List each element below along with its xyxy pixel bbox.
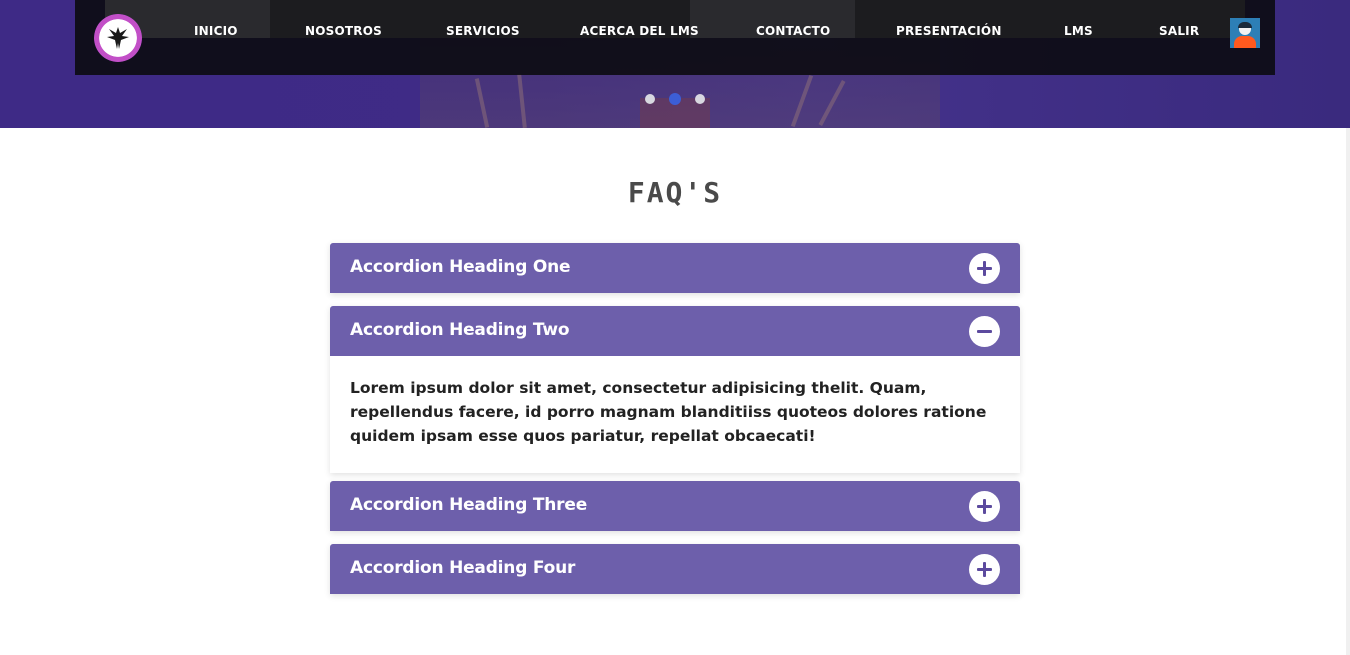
accordion-header-three[interactable]: Accordion Heading Three bbox=[330, 481, 1020, 531]
faq-title: FAQ'S bbox=[627, 176, 723, 209]
accordion-body-two: Lorem ipsum dolor sit amet, consectetur … bbox=[350, 379, 987, 445]
accordion-item-four: Accordion Heading Four bbox=[330, 544, 1020, 594]
nav-item-salir[interactable]: SALIR bbox=[1159, 24, 1199, 38]
avatar-body bbox=[1234, 36, 1256, 48]
plus-icon[interactable] bbox=[969, 491, 1000, 522]
accordion-item-one: Accordion Heading One bbox=[330, 243, 1020, 293]
plus-icon[interactable] bbox=[969, 253, 1000, 284]
accordion-header-one[interactable]: Accordion Heading One bbox=[330, 243, 1020, 293]
user-avatar[interactable] bbox=[1230, 18, 1260, 48]
minus-icon[interactable] bbox=[969, 316, 1000, 347]
nav-item-servicios[interactable]: SERVICIOS bbox=[446, 24, 520, 38]
nav-item-nosotros[interactable]: NOSOTROS bbox=[305, 24, 382, 38]
carousel-indicators bbox=[0, 93, 1350, 106]
accordion-heading: Accordion Heading Two bbox=[350, 320, 570, 340]
accordion-item-two: Accordion Heading Two Lorem ipsum dolor … bbox=[330, 306, 1020, 473]
nav-menu: INICIO NOSOTROS SERVICIOS ACERCA DEL LMS… bbox=[0, 24, 1350, 42]
hero-banner: INICIO NOSOTROS SERVICIOS ACERCA DEL LMS… bbox=[0, 0, 1350, 128]
nav-item-presentacion[interactable]: PRESENTACIÓN bbox=[896, 24, 1002, 38]
accordion-header-four[interactable]: Accordion Heading Four bbox=[330, 544, 1020, 594]
nav-item-lms[interactable]: LMS bbox=[1064, 24, 1093, 38]
accordion-heading: Accordion Heading Four bbox=[350, 558, 576, 578]
nav-item-inicio[interactable]: INICIO bbox=[194, 24, 238, 38]
carousel-dot-2[interactable] bbox=[669, 93, 681, 105]
page-scrollbar[interactable] bbox=[1346, 128, 1350, 655]
nav-item-acerca-del-lms[interactable]: ACERCA DEL LMS bbox=[580, 24, 699, 38]
accordion-heading: Accordion Heading One bbox=[350, 257, 571, 277]
accordion-item-three: Accordion Heading Three bbox=[330, 481, 1020, 531]
avatar-hair bbox=[1238, 22, 1252, 28]
carousel-dot-1[interactable] bbox=[645, 94, 655, 104]
carousel-dot-3[interactable] bbox=[695, 94, 705, 104]
plus-icon[interactable] bbox=[969, 554, 1000, 585]
accordion-heading: Accordion Heading Three bbox=[350, 495, 588, 515]
nav-item-contacto[interactable]: CONTACTO bbox=[756, 24, 830, 38]
accordion-header-two[interactable]: Accordion Heading Two bbox=[330, 306, 1020, 356]
